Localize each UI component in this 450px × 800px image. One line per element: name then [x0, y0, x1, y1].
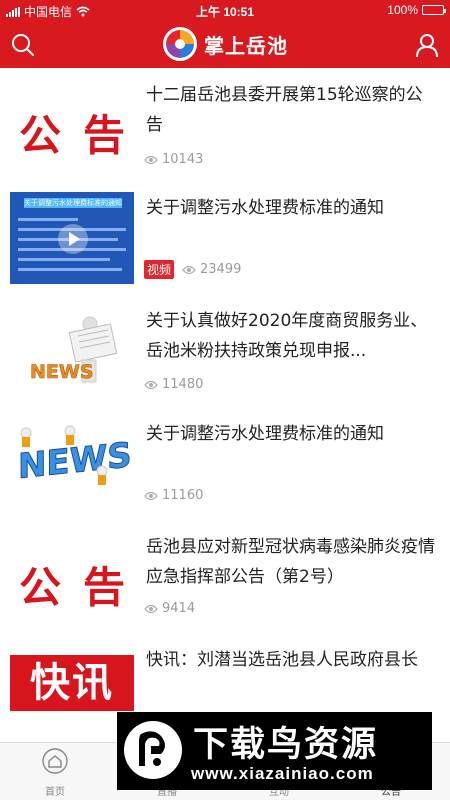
thumb-char: 公: [18, 562, 61, 612]
home-icon: [42, 748, 68, 774]
news-title[interactable]: 关于认真做好2020年度商贸服务业、岳池米粉扶持政策兑现申报...: [146, 306, 436, 366]
thumb-kuaixun: 快讯: [10, 655, 134, 711]
user-icon[interactable]: [414, 32, 440, 58]
news-item[interactable]: NEWS 关于认真做好2020年度商贸服务业、岳池米粉扶持政策兑现申报... 1…: [0, 294, 450, 407]
app-logo-icon: [163, 27, 197, 61]
news-item[interactable]: 关于调整污水处理费标准的通知 关于调整污水处理费标准的通知 视频 23499: [0, 181, 450, 294]
view-count: 23499: [200, 262, 242, 277]
news-meta: 10143: [144, 152, 203, 167]
eye-icon: [144, 380, 158, 389]
battery-icon: [422, 5, 446, 15]
video-thumbnail[interactable]: 关于调整污水处理费标准的通知: [10, 192, 134, 284]
app-header: 掌上岳池: [0, 22, 450, 68]
news-title[interactable]: 关于调整污水处理费标准的通知: [146, 419, 436, 449]
bird-logo-icon: [124, 721, 182, 779]
watermark-url: www.xiazainiao.com: [191, 764, 374, 783]
news-meta: 11160: [144, 488, 203, 503]
news-title[interactable]: 岳池县应对新型冠状病毒感染肺炎疫情 应急指挥部公告（第2号）: [146, 532, 436, 592]
news-meta: 9414: [144, 601, 195, 616]
thumb-char: 告: [83, 562, 126, 612]
news-item[interactable]: NEWS 关于调整污水处理费标准的通知 11160: [0, 407, 450, 520]
play-icon[interactable]: [58, 224, 88, 254]
watermark-banner: 下载鸟资源 www.xiazainiao.com: [117, 712, 432, 790]
thumb-char: 公: [18, 110, 61, 160]
thumb-caption: 关于调整污水处理费标准的通知: [24, 198, 122, 208]
eye-icon: [144, 491, 158, 500]
news-reader-illustration: NEWS: [10, 302, 134, 394]
news-thumbnail[interactable]: 公 告: [10, 86, 134, 178]
news-title[interactable]: 关于调整污水处理费标准的通知: [146, 193, 436, 223]
video-tag: 视频: [144, 260, 175, 279]
eye-icon: [182, 265, 196, 274]
news-list: 公 告 十二届岳池县委开展第15轮巡察的公告 10143 关于调整污水处理费标准…: [0, 68, 450, 746]
news-item[interactable]: 公 告 岳池县应对新型冠状病毒感染肺炎疫情 应急指挥部公告（第2号） 9414: [0, 520, 450, 633]
thumb-char: 告: [83, 110, 126, 160]
tab-home[interactable]: 首页: [10, 748, 100, 798]
news-title[interactable]: 十二届岳池县委开展第15轮巡察的公告: [146, 80, 436, 140]
app-title: 掌上岳池: [204, 33, 288, 58]
view-count: 11160: [162, 488, 204, 503]
eye-icon: [144, 604, 158, 613]
news-thumbnail[interactable]: NEWS: [10, 302, 134, 394]
view-count: 11480: [162, 377, 204, 392]
brand: 掌上岳池: [0, 26, 450, 62]
thumb-news-word: NEWS: [30, 361, 94, 383]
news-meta: 视频 23499: [144, 260, 241, 279]
clock: 上午 10:51: [195, 5, 255, 19]
news-item[interactable]: 公 告 十二届岳池县委开展第15轮巡察的公告 10143: [0, 68, 450, 181]
watermark-name: 下载鸟资源: [193, 725, 379, 765]
news-thumbnail[interactable]: 快讯: [10, 641, 134, 733]
news-meta: 11480: [144, 377, 203, 392]
battery-percent: 100%: [387, 3, 418, 17]
view-count: 9414: [162, 601, 196, 616]
status-right: 100%: [387, 3, 446, 17]
tab-label: 首页: [45, 787, 65, 798]
news-title[interactable]: 快讯：刘潜当选岳池县人民政府县长: [146, 645, 436, 675]
news-thumbnail[interactable]: 公 告: [10, 538, 134, 630]
eye-icon: [144, 155, 158, 164]
news-thumbnail[interactable]: NEWS: [10, 415, 134, 507]
news-3d-illustration: NEWS: [10, 415, 134, 507]
status-bar: 中国电信 上午 10:51 100%: [0, 0, 450, 22]
view-count: 10143: [162, 152, 204, 167]
